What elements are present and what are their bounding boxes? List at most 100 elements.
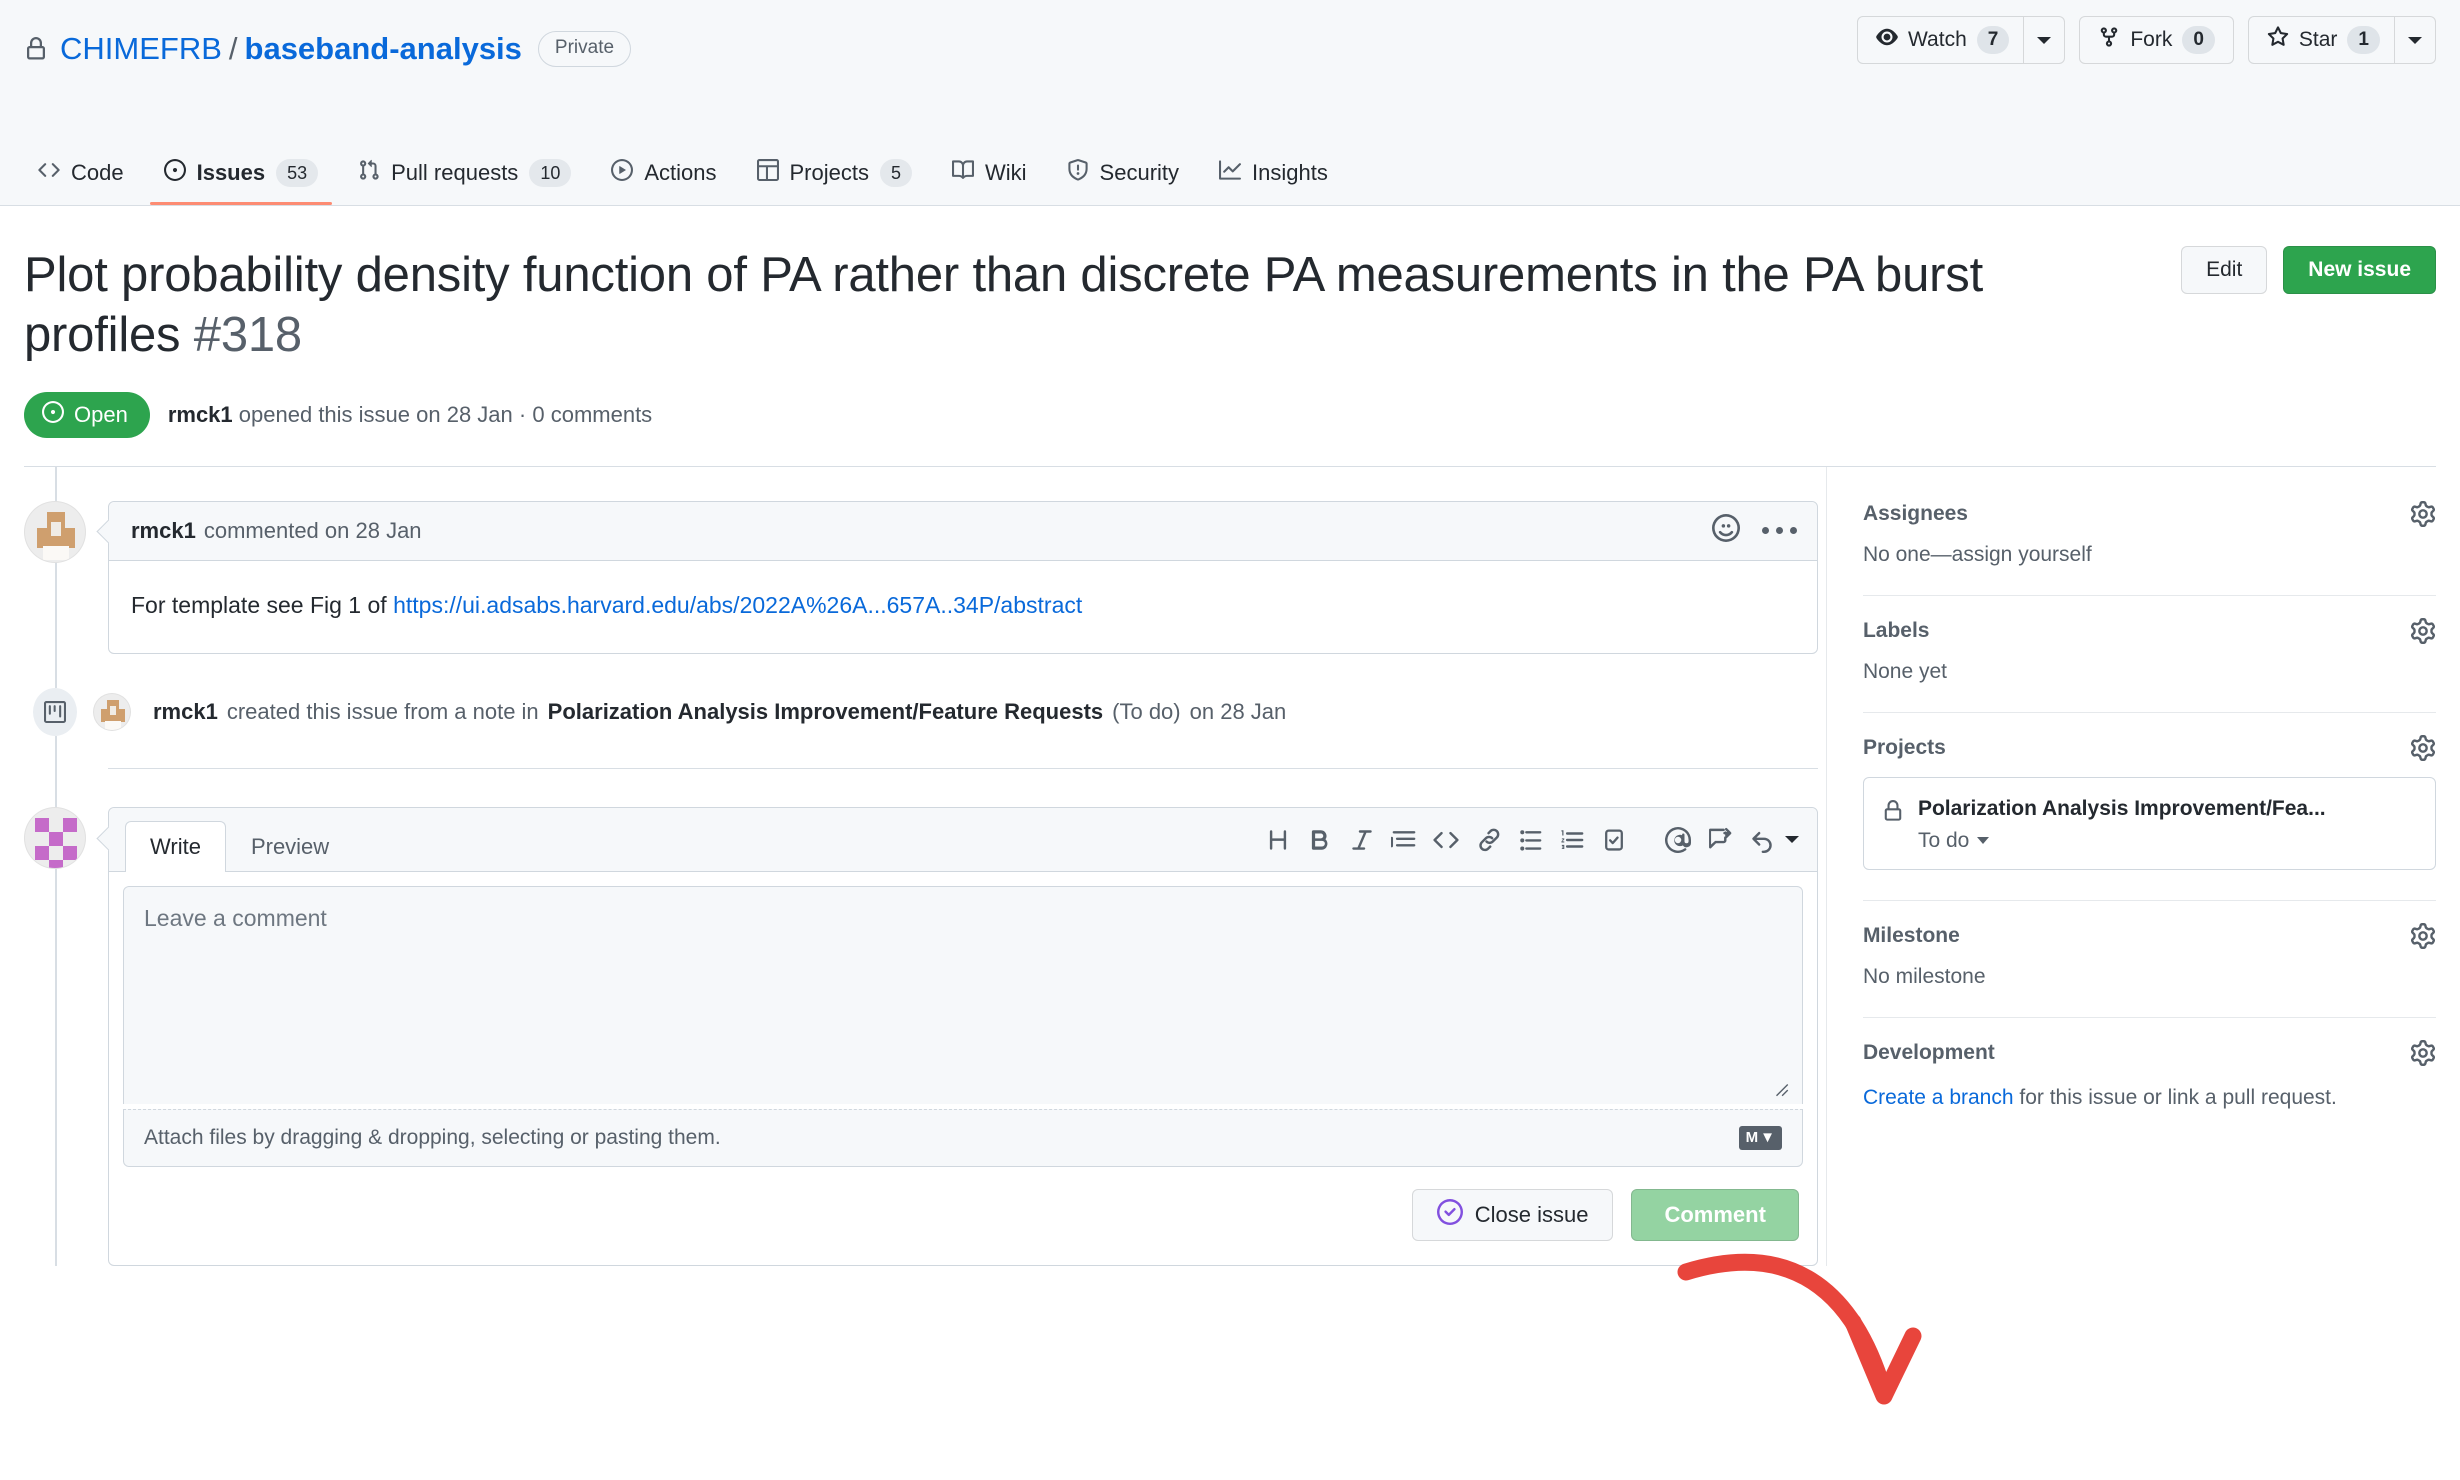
labels-value: None yet (1862, 659, 1947, 683)
repo-header: CHIMEFRB / baseband-analysis Private Wat… (0, 0, 2460, 206)
link-icon[interactable] (1467, 819, 1509, 861)
event-author[interactable]: rmck1 (153, 699, 218, 725)
gear-icon[interactable] (2410, 734, 2436, 761)
quote-icon[interactable] (1383, 819, 1425, 861)
kebab-horizontal-icon[interactable] (1761, 527, 1797, 535)
event-project-name[interactable]: Polarization Analysis Improvement/Featur… (548, 699, 1103, 725)
edit-button[interactable]: Edit (2181, 246, 2268, 294)
heading-icon[interactable] (1257, 819, 1299, 861)
gear-icon[interactable] (2410, 922, 2436, 949)
avatar[interactable] (24, 500, 86, 563)
nav-label: Actions (644, 160, 717, 185)
nav-item-code[interactable]: Code (24, 159, 138, 205)
play-icon (611, 159, 634, 187)
nav-item-insights[interactable]: Insights (1205, 159, 1342, 205)
tab-write[interactable]: Write (125, 821, 226, 873)
comment-input[interactable] (123, 886, 1803, 1105)
timeline-divider (108, 768, 1818, 770)
nav-counter: 10 (529, 159, 572, 187)
markdown-icon[interactable]: M ▼ (1738, 1126, 1782, 1151)
sidebar-section-labels: Labels None yet (1862, 617, 2436, 712)
table-icon (756, 159, 779, 187)
eye-icon (1876, 26, 1898, 54)
labels-header: Labels (1863, 617, 2436, 660)
chevron-down-icon (2037, 36, 2052, 44)
chevron-down-icon (1977, 837, 1990, 845)
gear-icon[interactable] (2410, 617, 2436, 644)
gear-icon[interactable] (2410, 1039, 2436, 1066)
nav-item-issues[interactable]: Issues 53 (149, 159, 333, 205)
reply-icon[interactable] (1741, 819, 1783, 861)
star-dropdown-button[interactable] (2394, 16, 2436, 64)
nav-label: Projects (789, 160, 869, 185)
issue-opened-icon (42, 400, 64, 429)
comment-header: rmck1 commented on 28 Jan (109, 501, 1817, 561)
close-issue-button[interactable]: Close issue (1411, 1189, 1614, 1242)
avatar[interactable] (24, 807, 86, 870)
comment-body-text: For template see Fig 1 of (131, 591, 394, 618)
issue-closed-icon (1436, 1199, 1463, 1231)
development-suffix: for this issue or link a pull request. (2013, 1085, 2337, 1109)
nav-item-pull-requests[interactable]: Pull requests 10 (344, 159, 585, 205)
development-header: Development (1863, 1039, 2436, 1082)
nav-item-wiki[interactable]: Wiki (938, 159, 1041, 205)
issue-author[interactable]: rmck1 (168, 402, 233, 427)
comment-form-actions: Close issue Comment (109, 1167, 1817, 1265)
fork-button[interactable]: Fork 0 (2079, 16, 2234, 64)
cross-reference-icon[interactable] (1699, 819, 1741, 861)
ordered-list-icon[interactable] (1551, 819, 1593, 861)
nav-item-security[interactable]: Security (1053, 159, 1193, 205)
create-a-branch-link[interactable]: Create a branch (1863, 1086, 2014, 1109)
markdown-toolbar (1257, 819, 1799, 861)
comment-author[interactable]: rmck1 (131, 518, 196, 544)
gear-icon[interactable] (2410, 500, 2436, 527)
visibility-badge: Private (537, 31, 632, 67)
repo-name-link[interactable]: baseband-analysis (245, 31, 522, 67)
project-status-dropdown[interactable]: To do (1918, 829, 2326, 853)
nav-item-projects[interactable]: Projects 5 (743, 159, 927, 205)
nav-label: Wiki (985, 160, 1027, 185)
avatar[interactable] (93, 693, 131, 732)
issue-content: rmck1 commented on 28 Jan For template s… (0, 466, 2460, 1267)
watch-dropdown-button[interactable] (2023, 16, 2066, 64)
mention-icon[interactable] (1657, 819, 1699, 861)
repo-owner-link[interactable]: CHIMEFRB (60, 31, 222, 67)
comment-form: Write Preview Leave a comment Attach fil… (108, 807, 1818, 1267)
star-button[interactable]: Star 1 (2247, 16, 2394, 64)
issue-title-actions: Edit New issue (2181, 246, 2436, 294)
attach-files-bar[interactable]: Attach files by dragging & dropping, sel… (123, 1084, 1803, 1168)
watch-count: 7 (1976, 26, 2010, 54)
nav-item-actions[interactable]: Actions (597, 159, 730, 205)
book-icon (952, 159, 975, 187)
resize-grip-icon[interactable] (1772, 1080, 1790, 1098)
project-card[interactable]: Polarization Analysis Improvement/Fea...… (1862, 776, 2436, 870)
projects-title: Projects (1862, 735, 1946, 759)
event-date: on 28 Jan (1189, 699, 1287, 725)
issue-number: #318 (193, 307, 302, 362)
task-list-icon[interactable] (1593, 819, 1635, 861)
shield-icon (1067, 159, 1089, 187)
smiley-icon[interactable] (1711, 513, 1740, 548)
watch-button[interactable]: Watch 7 (1857, 16, 2024, 64)
milestone-header: Milestone (1863, 922, 2436, 965)
project-card-name: Polarization Analysis Improvement/Fea... (1917, 796, 2326, 820)
issue-opened-text: opened this issue on 28 Jan (238, 401, 513, 427)
new-issue-button[interactable]: New issue (2283, 246, 2436, 294)
issue-header: Plot probability density function of PA … (0, 206, 2460, 366)
italic-icon[interactable] (1341, 819, 1383, 861)
comment-body-link[interactable]: https://ui.adsabs.harvard.edu/abs/2022A%… (393, 592, 1082, 618)
sidebar-section-development: Development Create a branch for this iss… (1863, 1039, 2436, 1136)
watch-button-group: Watch 7 (1857, 16, 2066, 64)
sidebar-divider (1862, 594, 2436, 596)
chevron-down-icon[interactable] (1784, 836, 1799, 844)
comment-timestamp: commented on 28 Jan (203, 517, 422, 543)
unordered-list-icon[interactable] (1509, 819, 1551, 861)
star-icon (2267, 26, 2289, 54)
comment-form-container: Write Preview Leave a comment Attach fil… (24, 807, 1818, 1267)
code-icon[interactable] (1425, 819, 1467, 861)
bold-icon[interactable] (1299, 819, 1341, 861)
comment-submit-button[interactable]: Comment (1631, 1189, 1799, 1242)
comment-container: rmck1 commented on 28 Jan For template s… (24, 500, 1818, 655)
assignees-value[interactable]: No one—assign yourself (1863, 543, 2436, 573)
tab-preview[interactable]: Preview (226, 821, 354, 872)
